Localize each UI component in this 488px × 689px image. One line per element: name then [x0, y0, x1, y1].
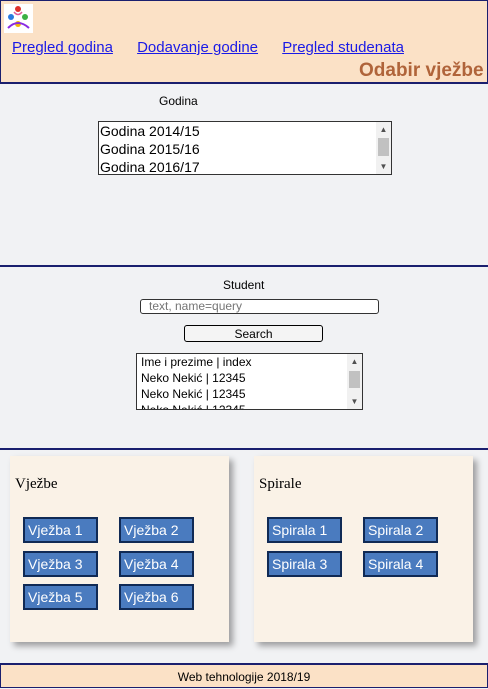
godina-listbox[interactable]: Godina 2014/15 Godina 2015/16 Godina 201…: [98, 121, 392, 175]
scroll-down-icon[interactable]: ▼: [376, 159, 391, 174]
vjezba-4-button[interactable]: Vježba 4: [119, 551, 194, 577]
spirale-title: Spirale: [259, 476, 302, 492]
search-input[interactable]: [140, 299, 379, 314]
vjezba-2-button[interactable]: Vježba 2: [119, 517, 194, 543]
search-button[interactable]: Search: [184, 325, 323, 342]
vjezba-6-button[interactable]: Vježba 6: [119, 584, 194, 610]
godina-option[interactable]: Godina 2016/17: [100, 158, 391, 174]
scroll-down-icon[interactable]: ▼: [347, 394, 362, 409]
student-label: Student: [223, 278, 265, 292]
vjezbe-title: Vježbe: [15, 476, 58, 492]
scroll-up-icon[interactable]: ▲: [347, 354, 362, 369]
godina-label: Godina: [159, 94, 198, 108]
vjezbe-panel: Vježbe Vježba 1 Vježba 2 Vježba 3 Vježba…: [10, 456, 229, 642]
nav-link-pregled-godina[interactable]: Pregled godina: [12, 39, 113, 56]
student-option[interactable]: Neko Nekić | 12345: [141, 402, 362, 409]
spirala-4-button[interactable]: Spirala 4: [363, 551, 438, 577]
student-listbox[interactable]: Ime i prezime | index Neko Nekić | 12345…: [136, 353, 363, 410]
vjezba-3-button[interactable]: Vježba 3: [23, 551, 98, 577]
scroll-thumb[interactable]: [378, 138, 389, 156]
scroll-up-icon[interactable]: ▲: [376, 122, 391, 137]
footer: Web tehnologije 2018/19: [0, 663, 488, 688]
section-divider: [0, 265, 488, 267]
spirala-3-button[interactable]: Spirala 3: [267, 551, 342, 577]
section-divider: [0, 448, 488, 450]
student-option[interactable]: Neko Nekić | 12345: [141, 386, 362, 402]
student-option[interactable]: Ime i prezime | index: [141, 354, 362, 370]
spirale-panel: Spirale Spirala 1 Spirala 2 Spirala 3 Sp…: [254, 456, 473, 642]
spirala-1-button[interactable]: Spirala 1: [267, 517, 342, 543]
godina-option[interactable]: Godina 2015/16: [100, 140, 391, 158]
main-nav: Pregled godina Dodavanje godine Pregled …: [12, 39, 424, 56]
logo-icon: [4, 4, 33, 33]
student-scrollbar[interactable]: ▲ ▼: [347, 354, 362, 409]
vjezba-1-button[interactable]: Vježba 1: [23, 517, 98, 543]
godina-option[interactable]: Godina 2014/15: [100, 122, 391, 140]
student-option[interactable]: Neko Nekić | 12345: [141, 370, 362, 386]
vjezba-5-button[interactable]: Vježba 5: [23, 584, 98, 610]
nav-link-pregled-studenata[interactable]: Pregled studenata: [282, 39, 404, 56]
scroll-thumb[interactable]: [349, 371, 360, 388]
nav-link-dodavanje-godine[interactable]: Dodavanje godine: [137, 39, 258, 56]
spirala-2-button[interactable]: Spirala 2: [363, 517, 438, 543]
header: Pregled godina Dodavanje godine Pregled …: [0, 0, 488, 84]
godina-scrollbar[interactable]: ▲ ▼: [376, 122, 391, 174]
page-title: Odabir vježbe: [359, 60, 484, 81]
